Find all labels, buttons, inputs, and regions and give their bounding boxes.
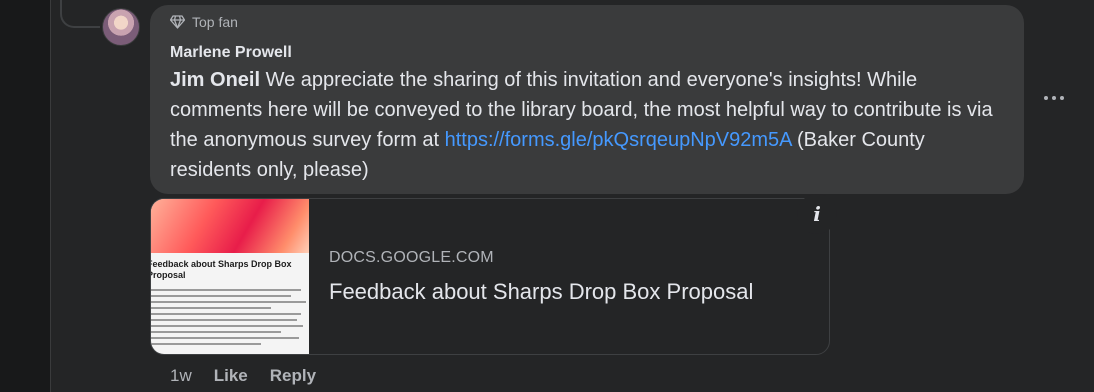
thread-connector-line: [60, 0, 100, 28]
avatar[interactable]: [102, 8, 140, 46]
like-button[interactable]: Like: [214, 366, 248, 386]
diamond-icon: [170, 15, 185, 29]
thumbnail-title: Feedback about Sharps Drop Box Proposal: [151, 259, 292, 280]
top-fan-badge: Top fan: [170, 14, 238, 30]
comment-actions: 1w Like Reply: [170, 366, 316, 386]
info-icon[interactable]: i: [797, 194, 837, 234]
link-preview-card[interactable]: Feedback about Sharps Drop Box Proposal …: [150, 198, 830, 355]
preview-domain: DOCS.GOOGLE.COM: [329, 249, 494, 266]
comment-author[interactable]: Marlene Prowell: [170, 44, 292, 62]
thumbnail-text-lines: [151, 289, 309, 349]
badge-label: Top fan: [192, 14, 238, 30]
preview-thumbnail: Feedback about Sharps Drop Box Proposal: [151, 199, 309, 354]
survey-link[interactable]: https://forms.gle/pkQsrqeupNpV92m5A: [445, 129, 792, 151]
comment-timestamp[interactable]: 1w: [170, 366, 192, 386]
thumbnail-banner: [151, 199, 309, 253]
comment-bubble: Top fan Marlene Prowell Jim Oneil We app…: [150, 5, 1024, 194]
reply-button[interactable]: Reply: [270, 366, 316, 386]
preview-title[interactable]: Feedback about Sharps Drop Box Proposal: [329, 279, 753, 305]
more-options-icon[interactable]: [1040, 86, 1068, 110]
mention-link[interactable]: Jim Oneil: [170, 69, 260, 91]
comment-text: Jim Oneil We appreciate the sharing of t…: [170, 65, 1010, 185]
